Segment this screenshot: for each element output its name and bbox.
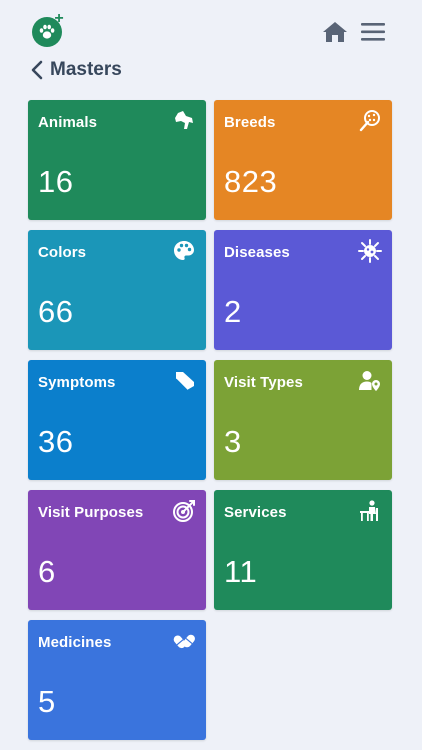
user-location-icon <box>359 371 380 391</box>
page-title: Masters <box>50 59 122 80</box>
tile-label: Services <box>224 504 287 521</box>
tile-visit-purposes[interactable]: Visit Purposes 6 <box>28 490 206 610</box>
virus-icon <box>358 239 382 263</box>
tile-label: Visit Purposes <box>38 504 144 521</box>
tile-diseases[interactable]: Diseases 2 <box>214 230 392 350</box>
pills-icon <box>173 634 195 649</box>
home-icon <box>323 22 347 42</box>
tile-count: 823 <box>224 164 278 199</box>
tile-count: 66 <box>38 294 74 329</box>
services-icon <box>360 500 378 521</box>
tile-label: Symptoms <box>38 374 116 391</box>
tile-symptoms[interactable]: Symptoms 36 <box>28 360 206 480</box>
masters-grid: Animals 16 Breeds 823 Colors 66 Diseases <box>28 100 392 740</box>
tile-animals[interactable]: Animals 16 <box>28 100 206 220</box>
tile-label: Breeds <box>224 114 276 131</box>
tile-count: 5 <box>38 684 56 719</box>
tile-label: Visit Types <box>224 374 303 391</box>
symptoms-icon <box>175 372 194 391</box>
target-icon <box>173 500 195 522</box>
tile-breeds[interactable]: Breeds 823 <box>214 100 392 220</box>
tile-label: Animals <box>38 114 98 131</box>
top-bar: + <box>0 0 422 52</box>
app-logo[interactable]: + <box>32 11 64 47</box>
hamburger-menu-icon <box>361 23 385 41</box>
tile-count: 11 <box>224 554 258 589</box>
tile-count: 6 <box>38 554 56 589</box>
plus-icon: + <box>54 10 64 27</box>
tile-label: Medicines <box>38 634 112 651</box>
tile-count: 2 <box>224 294 242 329</box>
tile-count: 36 <box>38 424 74 459</box>
animals-icon <box>175 111 193 129</box>
tile-count: 3 <box>224 424 242 459</box>
tile-label: Colors <box>38 244 87 261</box>
palette-icon <box>174 241 194 260</box>
menu-button[interactable] <box>360 21 386 43</box>
tile-medicines[interactable]: Medicines 5 <box>28 620 206 740</box>
tile-label: Diseases <box>224 244 290 261</box>
breadcrumb[interactable]: Masters <box>30 56 122 84</box>
tile-colors[interactable]: Colors 66 <box>28 230 206 350</box>
tile-count: 16 <box>38 164 74 199</box>
tile-services[interactable]: Services 11 <box>214 490 392 610</box>
home-button[interactable] <box>322 20 348 44</box>
tile-visit-types[interactable]: Visit Types 3 <box>214 360 392 480</box>
breeds-icon <box>359 110 380 132</box>
chevron-left-icon[interactable] <box>30 60 44 80</box>
